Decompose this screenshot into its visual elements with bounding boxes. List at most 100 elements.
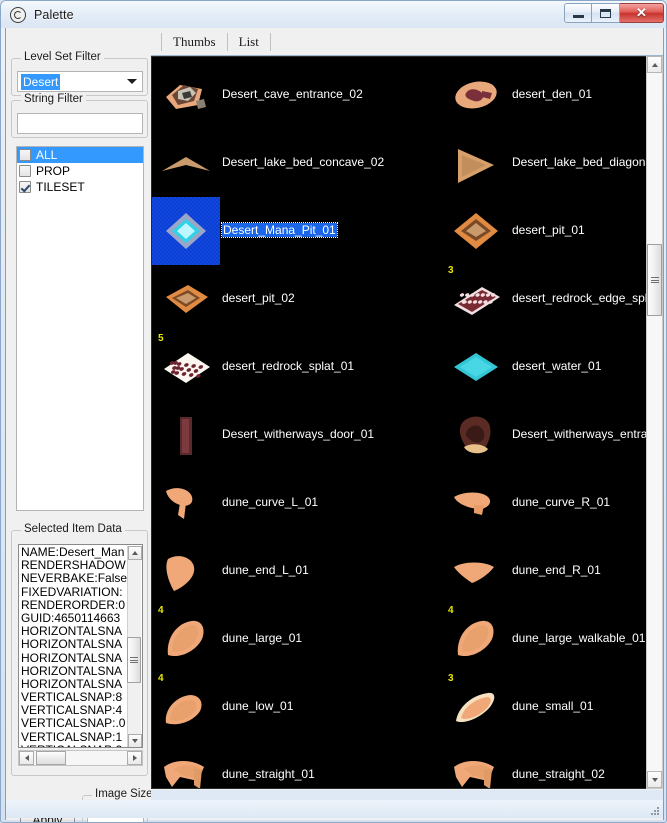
palette-item[interactable]: desert_pit_02: [152, 265, 399, 333]
palette-item-thumbnail[interactable]: [442, 741, 510, 788]
palette-item-thumbnail[interactable]: [442, 537, 510, 605]
palette-item-thumbnail[interactable]: [152, 469, 220, 537]
item-data-scroll-thumb[interactable]: [127, 637, 141, 683]
palette-item-thumbnail[interactable]: [442, 605, 510, 673]
palette-item[interactable]: Desert_witherways_door_01: [152, 401, 399, 469]
tab-thumbs[interactable]: Thumbs: [162, 29, 227, 55]
palette-item-label[interactable]: desert_den_01: [512, 87, 592, 101]
item-data-scroll-right-button[interactable]: [127, 751, 142, 765]
palette-item[interactable]: dune_straight_01: [152, 741, 399, 788]
thumbnail-grid-inner: Desert_cave_entrance_02 desert_den_01 Dese…: [152, 57, 662, 788]
palette-item-label[interactable]: dune_straight_02: [512, 767, 605, 781]
palette-item[interactable]: 4 dune_large_walkable_01: [442, 605, 662, 673]
palette-item-thumbnail[interactable]: [152, 741, 220, 788]
close-button[interactable]: ✕: [620, 3, 664, 23]
palette-item-thumbnail[interactable]: [442, 401, 510, 469]
palette-item-label[interactable]: dune_curve_R_01: [512, 495, 610, 509]
palette-item-label[interactable]: desert_water_01: [512, 359, 601, 373]
palette-item-label[interactable]: Desert_cave_entrance_02: [222, 87, 363, 101]
grid-scroll-up-button[interactable]: [647, 56, 662, 73]
palette-item[interactable]: 4 dune_low_01: [152, 673, 399, 741]
grid-scroll-track[interactable]: [647, 73, 662, 771]
asset-type-row-prop[interactable]: PROP: [17, 163, 143, 179]
grid-scroll-down-button[interactable]: [647, 771, 662, 788]
grid-vertical-scrollbar[interactable]: [646, 56, 663, 789]
palette-item-label[interactable]: dune_large_01: [222, 631, 302, 645]
palette-item[interactable]: dune_curve_R_01: [442, 469, 662, 537]
thumbnail-grid[interactable]: Desert_cave_entrance_02 desert_den_01 Dese…: [151, 56, 663, 789]
palette-item-thumbnail[interactable]: [152, 401, 220, 469]
palette-item-label[interactable]: dune_large_walkable_01: [512, 631, 645, 645]
palette-item-thumbnail[interactable]: [152, 129, 220, 197]
palette-item[interactable]: dune_straight_02: [442, 741, 662, 788]
palette-item-thumbnail[interactable]: [442, 197, 510, 265]
palette-item[interactable]: desert_den_01: [442, 61, 662, 129]
grid-scroll-thumb[interactable]: [647, 244, 662, 316]
palette-item-label[interactable]: dune_end_R_01: [512, 563, 601, 577]
palette-item[interactable]: Desert_Mana_Pit_01: [152, 197, 399, 265]
selected-item-data-list[interactable]: NAME:Desert_Man RENDERSHADOW NEVERBAKE:Fal…: [18, 544, 143, 748]
palette-item-label[interactable]: Desert_witherways_door_01: [222, 427, 374, 441]
palette-item-thumbnail[interactable]: [442, 469, 510, 537]
palette-item-label[interactable]: Desert_Mana_Pit_01: [221, 222, 338, 238]
palette-item[interactable]: 3 dune_small_01: [442, 673, 662, 741]
asset-type-list[interactable]: ALL PROP TILESET: [16, 146, 144, 511]
palette-item[interactable]: 5 desert_redrock_splat_01: [152, 333, 399, 401]
checkbox-icon[interactable]: [19, 165, 31, 177]
palette-item[interactable]: desert_water_01: [442, 333, 662, 401]
palette-item-label[interactable]: dune_straight_01: [222, 767, 315, 781]
item-data-row: RENDERSHADOW: [21, 559, 126, 573]
palette-item-thumbnail[interactable]: [442, 129, 510, 197]
chevron-down-icon[interactable]: [127, 79, 137, 84]
palette-item-thumbnail[interactable]: [442, 265, 510, 333]
palette-item-thumbnail[interactable]: [152, 333, 220, 401]
checkbox-icon[interactable]: [19, 149, 31, 161]
palette-item-thumbnail[interactable]: [152, 197, 220, 265]
palette-item[interactable]: Desert_lake_bed_concave_02: [152, 129, 399, 197]
palette-item-label[interactable]: dune_end_L_01: [222, 563, 309, 577]
palette-item-thumbnail[interactable]: [442, 673, 510, 741]
asset-type-row-all[interactable]: ALL: [17, 147, 143, 163]
palette-item-thumbnail[interactable]: [152, 673, 220, 741]
asset-type-row-tileset[interactable]: TILESET: [17, 179, 143, 195]
palette-item[interactable]: dune_curve_L_01: [152, 469, 399, 537]
palette-item-label[interactable]: desert_redrock_splat_01: [222, 359, 354, 373]
palette-item[interactable]: Desert_lake_bed_diagonal_01: [442, 129, 662, 197]
item-data-scroll-down-button[interactable]: [128, 734, 142, 747]
thumbnail-image: [164, 353, 210, 383]
palette-item-label[interactable]: dune_curve_L_01: [222, 495, 318, 509]
item-data-scroll-up-button[interactable]: [128, 546, 142, 560]
palette-item-label[interactable]: desert_pit_01: [512, 223, 585, 237]
palette-item[interactable]: desert_pit_01: [442, 197, 662, 265]
palette-item-label[interactable]: dune_small_01: [512, 699, 593, 713]
palette-item[interactable]: 3 desert_redrock_edge_splat_01: [442, 265, 662, 333]
tab-list[interactable]: List: [228, 29, 270, 55]
palette-item-thumbnail[interactable]: [152, 61, 220, 129]
level-set-filter-combo[interactable]: Desert: [17, 71, 143, 92]
palette-item-thumbnail[interactable]: [442, 333, 510, 401]
palette-item[interactable]: dune_end_R_01: [442, 537, 662, 605]
item-data-scroll-left-button[interactable]: [19, 751, 34, 765]
palette-item[interactable]: 4 dune_large_01: [152, 605, 399, 673]
palette-item[interactable]: dune_end_L_01: [152, 537, 399, 605]
palette-item-label[interactable]: dune_low_01: [222, 699, 293, 713]
minimize-button[interactable]: [564, 3, 592, 23]
palette-item[interactable]: Desert_witherways_entrance_01: [442, 401, 662, 469]
palette-item-label[interactable]: Desert_lake_bed_diagonal_01: [512, 155, 662, 169]
item-data-horizontal-scrollbar[interactable]: [18, 750, 143, 766]
checkbox-icon[interactable]: [19, 181, 31, 193]
palette-item-label[interactable]: desert_pit_02: [222, 291, 295, 305]
thumbnail-image: [166, 556, 195, 591]
resize-grip-icon[interactable]: [648, 804, 660, 816]
palette-item-thumbnail[interactable]: [152, 537, 220, 605]
maximize-button[interactable]: [592, 3, 620, 23]
palette-item-label[interactable]: desert_redrock_edge_splat_01: [512, 291, 662, 305]
palette-item[interactable]: Desert_cave_entrance_02: [152, 61, 399, 129]
palette-item-label[interactable]: Desert_lake_bed_concave_02: [222, 155, 384, 169]
item-data-hscroll-thumb[interactable]: [36, 751, 66, 765]
string-filter-input[interactable]: [17, 113, 143, 134]
palette-item-thumbnail[interactable]: [152, 605, 220, 673]
palette-item-thumbnail[interactable]: [152, 265, 220, 333]
palette-item-label[interactable]: Desert_witherways_entrance_01: [512, 427, 662, 441]
palette-item-thumbnail[interactable]: [442, 61, 510, 129]
